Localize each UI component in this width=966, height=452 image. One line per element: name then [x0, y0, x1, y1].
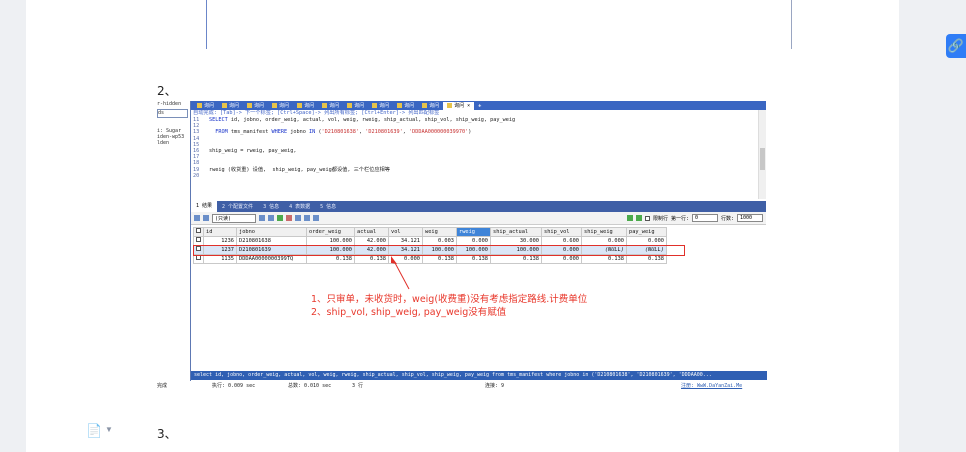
register-link[interactable]: 注册: WwW.DaYanZai.Me — [681, 382, 742, 389]
query-pane: 询问 询问 询问 询问 询问 询问 询问 询问 询问 询问 询问 × + 自动完成: [Tab]-> 下… — [190, 101, 767, 381]
status-rows: 3 行 — [352, 383, 364, 389]
sql-status-bar: select id, jobno, order_weig, actual, vo… — [191, 371, 767, 380]
section-heading-2: 2、 — [157, 84, 177, 98]
section-heading-3: 3、 — [157, 427, 177, 441]
annotation-line-1: 1、只审单，未收货时，weig(收费重)没有考虑指定路线.计费单位 — [311, 294, 588, 305]
object-filter-input[interactable]: ds — [157, 109, 188, 118]
status-conn: 连接: 9 — [485, 383, 505, 389]
object-browser-panel: r-hidden ds i: Sugar iden-wp53 lden — [157, 101, 190, 381]
object-item[interactable]: lden — [157, 140, 190, 146]
bottom-status-bar: 完成 执行: 0.009 sec 总数: 0.010 sec 3 行 连接: 9… — [157, 381, 766, 391]
object-item[interactable]: r-hidden — [157, 101, 190, 107]
chevron-down-icon[interactable]: ▼ — [105, 425, 113, 434]
status-exec: 执行: 0.009 sec — [212, 383, 256, 389]
sqlyog-screenshot: r-hidden ds i: Sugar iden-wp53 lden 询问 询问… — [157, 101, 767, 391]
annotation-line-2: 2、ship_vol, ship_weig, pay_weig没有赋值 — [311, 307, 507, 318]
status-done: 完成 — [157, 383, 168, 389]
annotation-text: 1、只审单，未收货时，weig(收费重)没有考虑指定路线.计费单位 2、ship… — [311, 293, 587, 319]
link-icon[interactable]: 🔗 — [946, 34, 966, 58]
previous-image-frame — [206, 0, 792, 49]
annotation-arrow — [391, 256, 410, 290]
document-icon[interactable]: 📄 — [86, 423, 102, 439]
status-total: 总数: 0.010 sec — [288, 383, 332, 389]
